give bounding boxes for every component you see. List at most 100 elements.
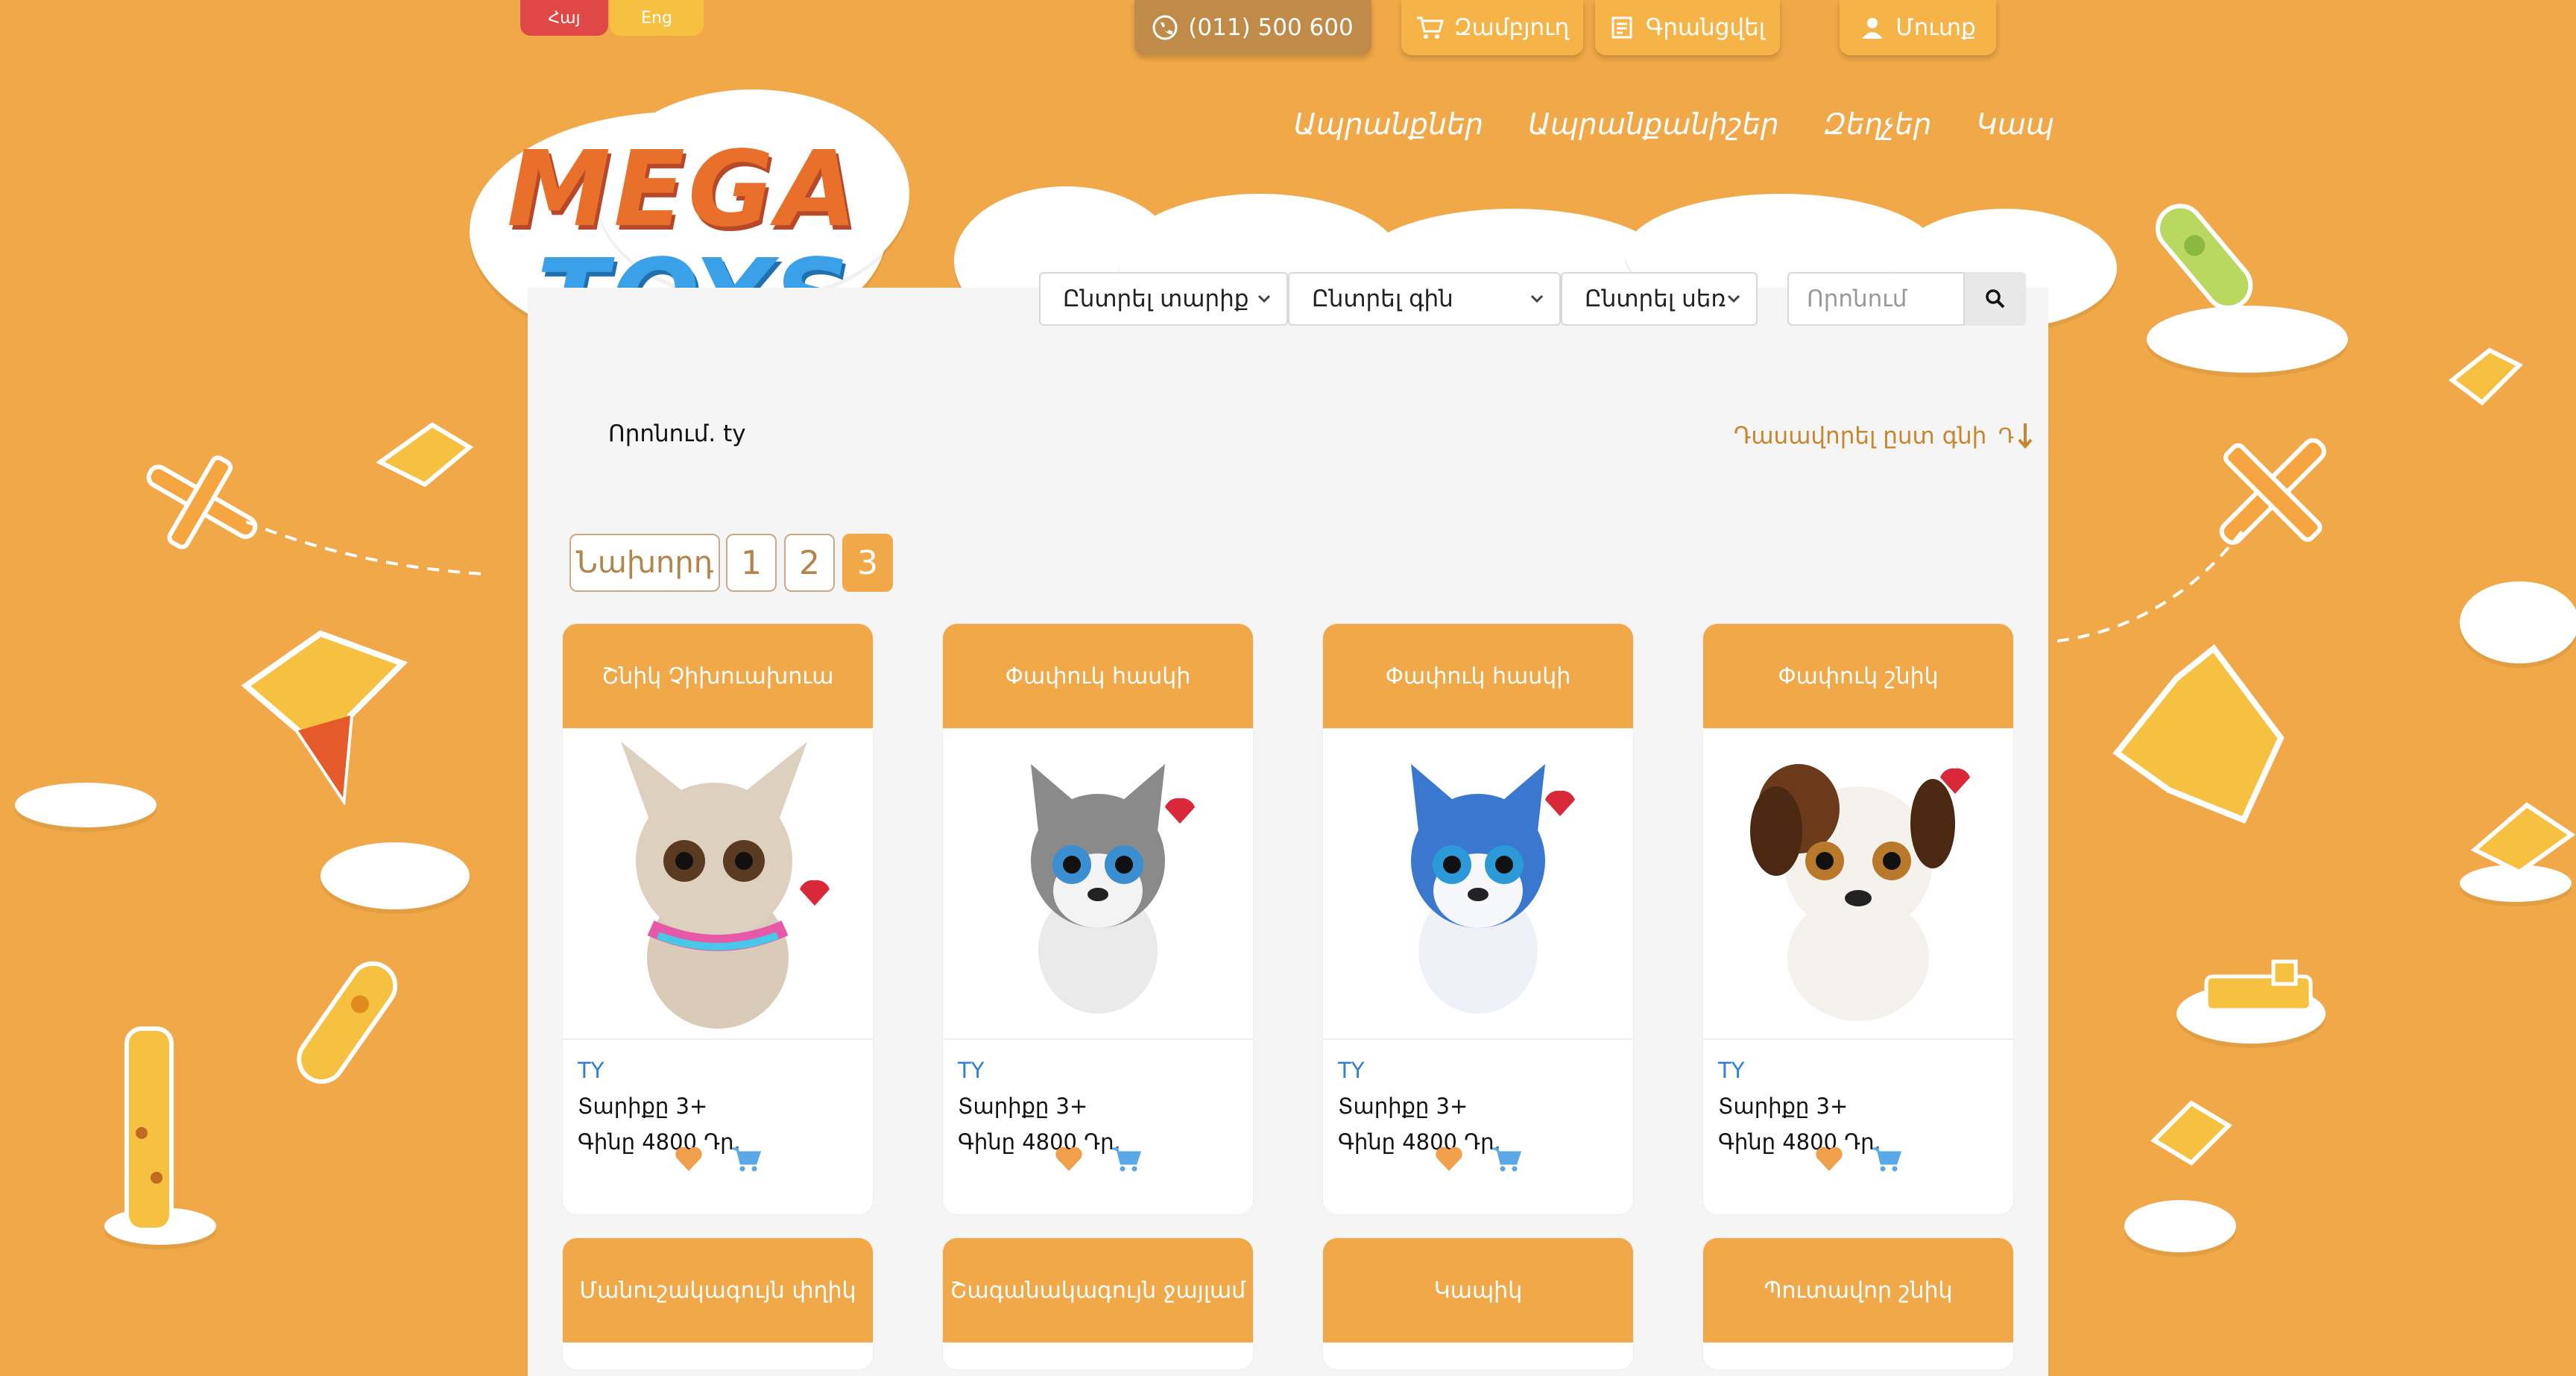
dashed-path xyxy=(2057,528,2245,643)
plush-husky-grey-image xyxy=(1031,764,1195,1014)
login-button[interactable]: Մուտք xyxy=(1840,0,1996,55)
add-to-cart-icon[interactable] xyxy=(1491,1146,1522,1173)
add-to-cart-icon[interactable] xyxy=(730,1146,762,1173)
heart-icon[interactable] xyxy=(1814,1146,1844,1173)
chevron-down-icon xyxy=(1727,294,1740,303)
nav-item-brands[interactable]: Ապրանքանիշեր xyxy=(1528,108,1778,142)
product-actions xyxy=(1323,1146,1633,1173)
nav-item-contact[interactable]: Կապ xyxy=(1976,108,2054,142)
giraffe-illustration xyxy=(124,1026,174,1232)
price-select-value: Ընտրել գին xyxy=(1312,285,1453,312)
search-icon xyxy=(1986,289,2005,309)
product-age: Տարիքը 3+ xyxy=(578,1093,708,1119)
sort-desc-icon: Դ xyxy=(1998,423,2033,449)
heart-icon[interactable] xyxy=(1054,1146,1084,1173)
rocket-illustration xyxy=(297,961,398,1084)
search-input[interactable]: Որոնում xyxy=(1787,272,1965,326)
product-card[interactable]: Պուտավոր շնիկ xyxy=(1702,1237,2014,1370)
logo-mega: MEGA xyxy=(507,129,861,250)
price-select[interactable]: Ընտրել գին xyxy=(1288,272,1561,326)
product-title: Փափուկ հասկի xyxy=(1323,624,1633,728)
product-card[interactable]: Շագանակագույն ջայլամ xyxy=(942,1237,1254,1370)
search-query-label: Որոնում. ty xyxy=(608,420,746,447)
nav-item-products[interactable]: Ապրանքներ xyxy=(1294,108,1483,142)
gender-select[interactable]: Ընտրել սեռ xyxy=(1561,272,1758,326)
pagination-page-2[interactable]: 2 xyxy=(784,534,835,592)
sort-by-price[interactable]: Դասավորել ըստ գնի Դ xyxy=(1734,420,2036,452)
product-card[interactable]: Փափուկ հասկի TY Տարիքը 3+ Գինը 4800 Դր. xyxy=(942,623,1254,1215)
phone-number: (011) 500 600 xyxy=(1188,14,1354,41)
lang-en-button[interactable]: Eng xyxy=(610,0,704,36)
sort-label: Դասավորել ըստ գնի xyxy=(1734,423,1987,449)
product-brand-link[interactable]: TY xyxy=(958,1058,1253,1083)
plush-chihuahua-image xyxy=(621,742,830,1029)
phone-button[interactable]: (011) 500 600 xyxy=(1134,0,1371,55)
product-actions xyxy=(1703,1146,2013,1173)
pagination-page-3[interactable]: 3 xyxy=(842,534,893,592)
age-select[interactable]: Ընտրել տարիք xyxy=(1039,272,1288,326)
add-to-cart-icon[interactable] xyxy=(1871,1146,1902,1173)
pagination-page-1[interactable]: 1 xyxy=(726,534,777,592)
main-nav: Ապրանքներ Ապրանքանիշեր Զեղչեր Կապ xyxy=(1294,108,2054,142)
side-cloud xyxy=(2124,1200,2236,1252)
product-title: Շնիկ Չիխուախուա xyxy=(563,624,873,728)
gender-select-value: Ընտրել սեռ xyxy=(1585,285,1726,312)
bird-illustration xyxy=(241,630,408,805)
product-card[interactable]: Կապիկ xyxy=(1322,1237,1634,1370)
lang-hy-button[interactable]: Հայ xyxy=(520,0,608,36)
add-to-cart-icon[interactable] xyxy=(1111,1146,1142,1173)
phone-icon xyxy=(1152,15,1178,40)
dashed-path xyxy=(246,520,484,575)
product-title: Պուտավոր շնիկ xyxy=(1703,1238,2013,1342)
chevron-down-icon xyxy=(1257,294,1271,303)
heart-icon[interactable] xyxy=(674,1146,704,1173)
age-select-value: Ընտրել տարիք xyxy=(1063,285,1249,312)
product-card[interactable]: Փափուկ շնիկ TY Տարիքը 3+ Գինը 4800 Դր. xyxy=(1702,623,2014,1215)
heart-icon[interactable] xyxy=(1434,1146,1464,1173)
login-label: Մուտք xyxy=(1895,14,1976,41)
product-actions xyxy=(563,1146,873,1173)
pagination-prev[interactable]: Նախորդ xyxy=(569,534,720,592)
product-age: Տարիքը 3+ xyxy=(958,1093,1088,1119)
register-icon xyxy=(1611,16,1632,39)
rocket-illustration xyxy=(2156,203,2253,310)
product-age: Տարիքը 3+ xyxy=(1338,1093,1468,1119)
small-bird-illustration xyxy=(2150,1100,2232,1166)
product-card[interactable]: Փափուկ հասկի TY Տարիքը 3+ Գինը 4800 Դր. xyxy=(1322,623,1634,1215)
nav-item-discounts[interactable]: Զեղչեր xyxy=(1824,108,1932,142)
search-button[interactable] xyxy=(1965,272,2026,326)
chevron-down-icon xyxy=(1530,294,1544,303)
product-brand-link[interactable]: TY xyxy=(1338,1058,1633,1083)
train-illustration xyxy=(2204,959,2313,1012)
register-button[interactable]: Գրանցվել xyxy=(1595,0,1780,55)
product-title: Շագանակագույն ջայլամ xyxy=(943,1238,1253,1342)
svg-text:Դ: Դ xyxy=(1998,423,2014,448)
search-placeholder: Որոնում xyxy=(1807,285,1907,312)
product-card[interactable]: Մանուշակագույն փղիկ xyxy=(562,1237,874,1370)
plush-puppy-image xyxy=(1750,764,1970,1021)
product-title: Փափուկ շնիկ xyxy=(1703,624,2013,728)
product-title: Մանուշակագույն փղիկ xyxy=(563,1238,873,1342)
side-cloud xyxy=(15,783,157,827)
product-brand-link[interactable]: TY xyxy=(1718,1058,2013,1083)
side-cloud xyxy=(2460,581,2576,663)
product-title: Փափուկ հասկի xyxy=(943,624,1253,728)
user-icon xyxy=(1862,18,1884,39)
product-card[interactable]: Շնիկ Չիխուախուա TY Տարիքը 3+ Գինը 4800 Դ… xyxy=(562,623,874,1215)
side-cloud xyxy=(321,842,470,909)
small-bird-illustration xyxy=(2449,347,2524,405)
product-image xyxy=(943,728,1253,1040)
product-image xyxy=(1703,728,2013,1040)
small-bird-illustration xyxy=(376,422,474,487)
register-label: Գրանցվել xyxy=(1645,14,1766,41)
cart-button[interactable]: Զամբյուղ xyxy=(1401,0,1583,55)
plush-husky-blue-image xyxy=(1411,764,1575,1014)
product-image xyxy=(1323,728,1633,1040)
product-brand-link[interactable]: TY xyxy=(578,1058,873,1083)
product-age: Տարիքը 3+ xyxy=(1718,1093,1849,1119)
cart-icon xyxy=(1416,16,1444,39)
cart-label: Զամբյուղ xyxy=(1453,14,1570,41)
product-actions xyxy=(943,1146,1253,1173)
bird-illustration xyxy=(2112,644,2285,824)
small-bird-illustration xyxy=(2470,802,2576,875)
